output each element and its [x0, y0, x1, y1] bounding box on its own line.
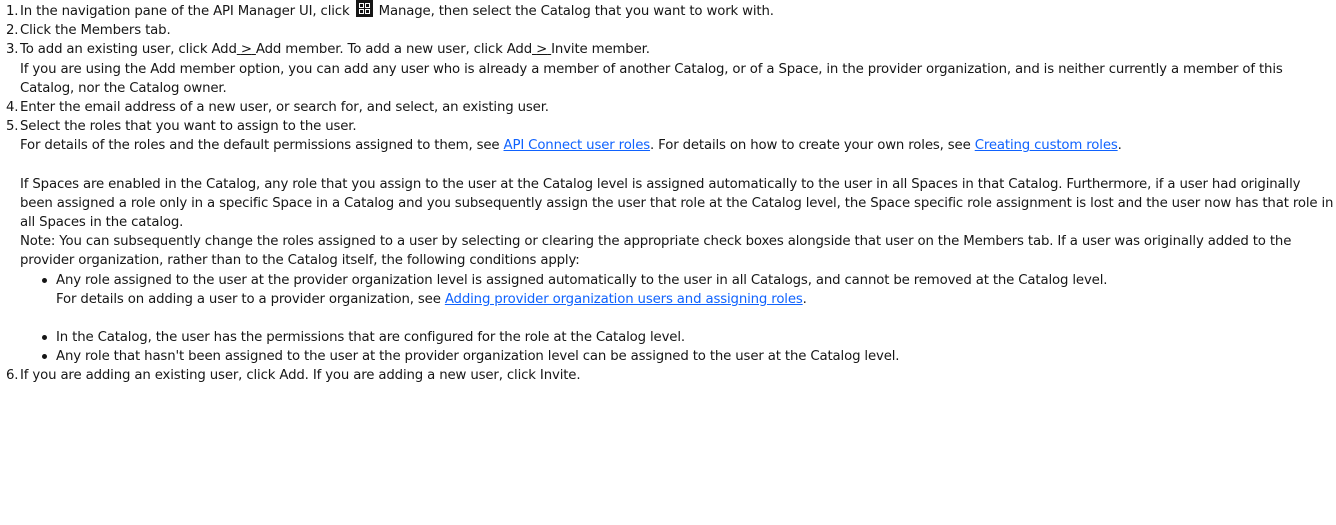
step-text: Enter the email address of a new user, o… [20, 100, 549, 116]
menu-separator: > [240, 42, 252, 58]
step-5-note: Note: You can subsequently change the ro… [20, 234, 1292, 269]
step-text: Click the Members tab. [20, 23, 171, 39]
step-1: 1. In the navigation pane of the API Mana… [6, 0, 1336, 21]
step-3-note: If you are using the Add member option, … [20, 61, 1283, 96]
step-text: Add member. To add a new user, click Add [255, 42, 532, 58]
document: 1. In the navigation pane of the API Mana… [0, 0, 1336, 386]
step-number: 6. [6, 368, 19, 384]
step-text: If you are adding an existing user, clic… [20, 368, 581, 384]
step-5-spaces-paragraph: If Spaces are enabled in the Catalog, an… [20, 176, 1334, 231]
step-3: 3. To add an existing user, click Add > A… [6, 40, 1336, 59]
step-number: 3. [6, 42, 19, 58]
step-text: Select the roles that you want to assign… [20, 119, 357, 135]
conditions-list: Any role assigned to the user at the pro… [6, 271, 1336, 367]
step-text: To add an existing user, click Add [20, 42, 237, 58]
list-item: Any role that hasn't been assigned to th… [42, 347, 1336, 366]
step-text: Manage, then select the Catalog that you… [378, 4, 774, 19]
step-number: 1. [6, 4, 19, 19]
step-4: 4. Enter the email address of a new user,… [6, 98, 1336, 117]
step-text: Invite member. [551, 42, 650, 58]
adding-provider-org-users-link[interactable]: Adding provider organization users and a… [445, 292, 803, 307]
step-number: 2. [6, 23, 19, 39]
menu-separator: > [536, 42, 548, 58]
step-number: 5. [6, 119, 19, 135]
step-number: 4. [6, 100, 19, 116]
grid-icon [355, 0, 373, 17]
step-2: 2. Click the Members tab. [6, 21, 1336, 40]
list-item: Any role assigned to the user at the pro… [42, 271, 1336, 328]
creating-custom-roles-link[interactable]: Creating custom roles [975, 138, 1118, 153]
step-5: 5. Select the roles that you want to assi… [6, 117, 1336, 136]
list-item: In the Catalog, the user has the permiss… [42, 328, 1336, 347]
step-text: In the navigation pane of the API Manage… [20, 4, 350, 19]
api-connect-user-roles-link[interactable]: API Connect user roles [504, 138, 651, 153]
step-5-details: For details of the roles and the default… [20, 138, 1122, 154]
step-6: 6. If you are adding an existing user, cl… [6, 366, 1336, 385]
